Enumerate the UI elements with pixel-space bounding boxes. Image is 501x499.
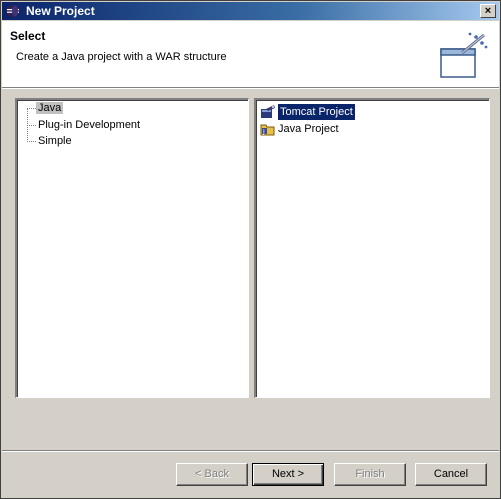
svg-text:J: J: [262, 129, 265, 136]
button-bar-divider-highlight: [2, 451, 499, 452]
wizard-banner: Select Create a Java project with a WAR …: [2, 21, 499, 87]
cancel-button[interactable]: Cancel: [415, 463, 487, 486]
window-title: New Project: [26, 4, 95, 18]
eclipse-icon: [6, 5, 20, 17]
tree-connector: [27, 108, 36, 109]
tree-item-label: Java: [36, 102, 64, 114]
page-description: Create a Java project with a WAR structu…: [16, 51, 227, 63]
tomcat-project-icon: [261, 105, 275, 118]
banner-divider-highlight: [2, 88, 499, 89]
next-button[interactable]: Next >: [252, 463, 324, 486]
finish-button[interactable]: Finish: [334, 463, 406, 486]
list-item-label: Java Project: [278, 123, 339, 135]
wizard-list[interactable]: Tomcat Project J Java Project: [254, 98, 490, 398]
tree-item-plugin-development[interactable]: Plug-in Development: [38, 118, 140, 133]
page-title: Select: [10, 29, 46, 43]
new-project-wizard-icon: [440, 32, 488, 78]
close-icon: ×: [484, 5, 492, 17]
title-bar[interactable]: New Project ×: [2, 2, 499, 20]
category-tree[interactable]: Java Plug-in Development Simple: [15, 98, 249, 398]
list-item-label: Tomcat Project: [277, 103, 356, 121]
new-project-dialog: New Project × Select Create a Java proje…: [0, 0, 501, 499]
tree-item-simple[interactable]: Simple: [38, 134, 72, 149]
tree-connector: [27, 125, 36, 126]
tree-item-label: Plug-in Development: [38, 119, 141, 131]
java-project-icon: J: [260, 124, 275, 136]
close-button[interactable]: ×: [480, 4, 496, 18]
tree-connector: [27, 141, 36, 142]
tree-item-java[interactable]: Java: [36, 101, 64, 116]
tree-item-label: Simple: [38, 135, 72, 147]
back-button[interactable]: < Back: [176, 463, 248, 486]
